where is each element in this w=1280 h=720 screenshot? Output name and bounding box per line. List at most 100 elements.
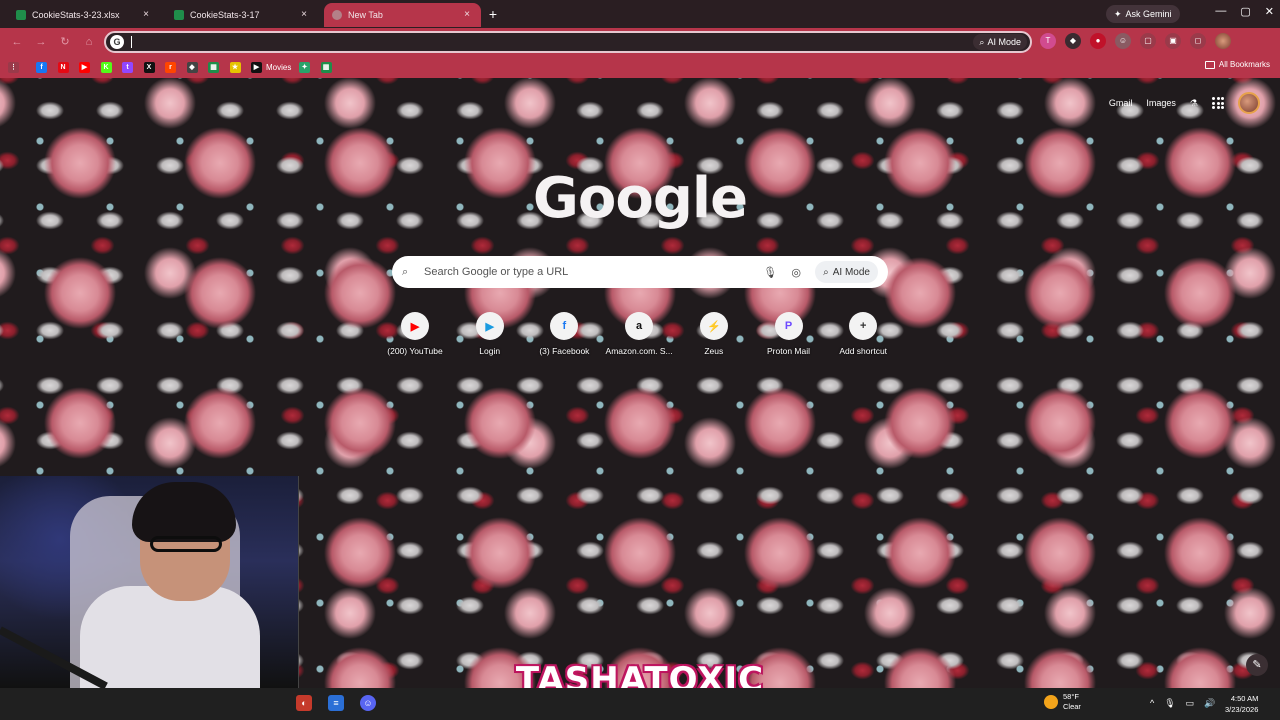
reload-icon[interactable]: ↻ [58,35,72,49]
shortcut-tile[interactable]: ▶ Login [453,312,527,356]
window-controls: — ▢ ✕ [1215,5,1274,18]
twitch-icon: t [122,61,133,73]
bookmark-item[interactable]: ◆ [186,60,198,74]
webcam-overlay [0,476,299,688]
weather-widget[interactable]: 58°F Clear [1044,692,1081,712]
close-icon[interactable]: × [140,9,152,21]
tab-strip: CookieStats-3-23.xlsx × CookieStats-3-17… [0,0,1280,28]
extension-icon[interactable]: ▢ [1140,33,1156,49]
google-g-icon: G [110,35,124,49]
ask-gemini-button[interactable]: ✦ Ask Gemini [1106,5,1180,23]
search-box[interactable]: ⌕ Search Google or type a URL 🎙 ◎ ⌕ AI M… [392,256,888,288]
close-icon[interactable]: × [461,9,473,21]
extension-icon[interactable]: ● [1090,33,1106,49]
bookmark-item[interactable]: ▶ [79,60,90,74]
home-icon[interactable]: ⌂ [82,35,96,49]
volume-icon[interactable]: 🔊 [1204,698,1215,709]
amazon-icon: a [625,312,654,340]
apps-icon[interactable]: ⋮ [8,60,19,74]
account-avatar[interactable] [1238,92,1260,114]
omnibox-ai-mode-label: AI Mode [987,37,1021,47]
star-icon: ★ [229,61,241,73]
chevron-up-icon[interactable]: ^ [1150,698,1154,709]
facebook-icon: f [550,312,579,340]
facebook-icon: f [36,61,47,73]
ai-mode-button[interactable]: ⌕ AI Mode [815,261,878,283]
leaf-icon: ✦ [299,61,310,73]
maximize-button[interactable]: ▢ [1240,5,1250,18]
shortcut-tile[interactable]: P Proton Mail [752,312,826,356]
bookmark-item[interactable]: N [57,60,69,74]
extension-icon[interactable]: ◻ [1190,33,1206,49]
google-lens-icon[interactable]: ◎ [787,266,805,279]
bookmark-item[interactable]: ▦ [208,60,219,74]
search-placeholder[interactable]: Search Google or type a URL [424,266,753,278]
tab-new-tab[interactable]: New Tab × [324,3,481,27]
bookmark-item[interactable]: K [100,60,112,74]
play-icon: ▶ [475,312,504,340]
address-bar[interactable]: G ⌕ AI Mode [104,31,1032,53]
profile-avatar[interactable] [1215,33,1231,49]
extension-icon[interactable]: T [1040,33,1056,49]
sheets-icon: ▦ [208,61,219,73]
images-link[interactable]: Images [1146,98,1176,108]
shortcut-tile[interactable]: ▶ (200) YouTube [378,312,452,356]
bookmark-item[interactable]: ▦ [320,60,332,74]
window-close-button[interactable]: ✕ [1265,5,1274,18]
shortcut-tile[interactable]: ⚡ Zeus [677,312,751,356]
bookmark-item[interactable]: ★ [229,60,241,74]
shortcut-label: (200) YouTube [387,346,443,356]
movies-icon: ▶ [251,61,262,73]
close-icon[interactable]: × [298,9,310,21]
taskbar-app-icon[interactable]: ◐ [296,695,312,711]
shortcut-tile[interactable]: + Add shortcut [826,312,900,356]
gmail-link[interactable]: Gmail [1109,98,1133,108]
bookmark-item[interactable]: ✦ [299,60,310,74]
ask-gemini-label: Ask Gemini [1125,9,1172,19]
notepad-icon[interactable]: ≡ [328,695,344,711]
search-sparkle-icon: ⌕ [823,266,829,278]
chrome-icon [332,10,342,20]
labs-icon[interactable]: ⚗ [1190,98,1198,109]
google-apps-icon[interactable] [1212,97,1224,109]
bookmark-label: Movies [266,62,292,72]
all-bookmarks-button[interactable]: All Bookmarks [1204,60,1270,69]
bookmark-item[interactable]: t [122,60,133,74]
bookmark-item[interactable]: X [143,60,155,74]
reddit-icon: r [165,61,176,73]
bookmark-item[interactable]: r [165,60,176,74]
omnibox-ai-mode-button[interactable]: ⌕ AI Mode [973,34,1027,50]
taskbar-clock[interactable]: 4:50 AM 3/23/2026 [1225,693,1258,715]
bookmark-item[interactable]: f [36,60,47,74]
shortcut-tile[interactable]: a Amazon.com. S... [602,312,676,356]
back-icon[interactable]: ← [10,35,24,49]
microphone-icon[interactable]: 🎙 [1164,698,1175,709]
extension-icon: ◆ [186,61,198,73]
folder-icon [1204,60,1215,69]
extensions-row: T ◆ ● ☺ ▢ ▣ ◻ [1040,33,1231,49]
discord-icon[interactable]: ☺ [360,695,376,711]
new-tab-button[interactable]: + [485,6,501,22]
minimize-button[interactable]: — [1215,5,1226,18]
forward-icon[interactable]: → [34,35,48,49]
shortcut-tile[interactable]: f (3) Facebook [527,312,601,356]
ai-mode-label: AI Mode [832,266,870,278]
tab-title: New Tab [348,10,383,20]
sheets-icon [16,10,26,20]
extension-icon[interactable]: ▣ [1165,33,1181,49]
extension-icon[interactable]: ◆ [1065,33,1081,49]
network-icon[interactable]: ▭ [1186,698,1195,709]
microphone-icon[interactable]: 🎙 [761,266,779,279]
extension-icon[interactable]: ☺ [1115,33,1131,49]
bookmark-item[interactable]: ▶ Movies [251,60,291,74]
grid-icon: ⋮ [8,61,19,73]
omnibox-input[interactable] [132,33,972,51]
x-icon: X [143,61,155,73]
tab-cookiestats-3-17[interactable]: CookieStats-3-17 × [166,3,318,27]
taskbar: ◐ ≡ ☺ 58°F Clear ^ 🎙 ▭ 🔊 4:50 AM 3/23/20… [0,688,1280,720]
tab-cookiestats-3-23[interactable]: CookieStats-3-23.xlsx × [8,3,160,27]
shortcut-label: (3) Facebook [539,346,590,356]
plus-icon: + [849,312,878,340]
youtube-icon: ▶ [79,61,90,73]
google-logo: Google [532,166,748,231]
